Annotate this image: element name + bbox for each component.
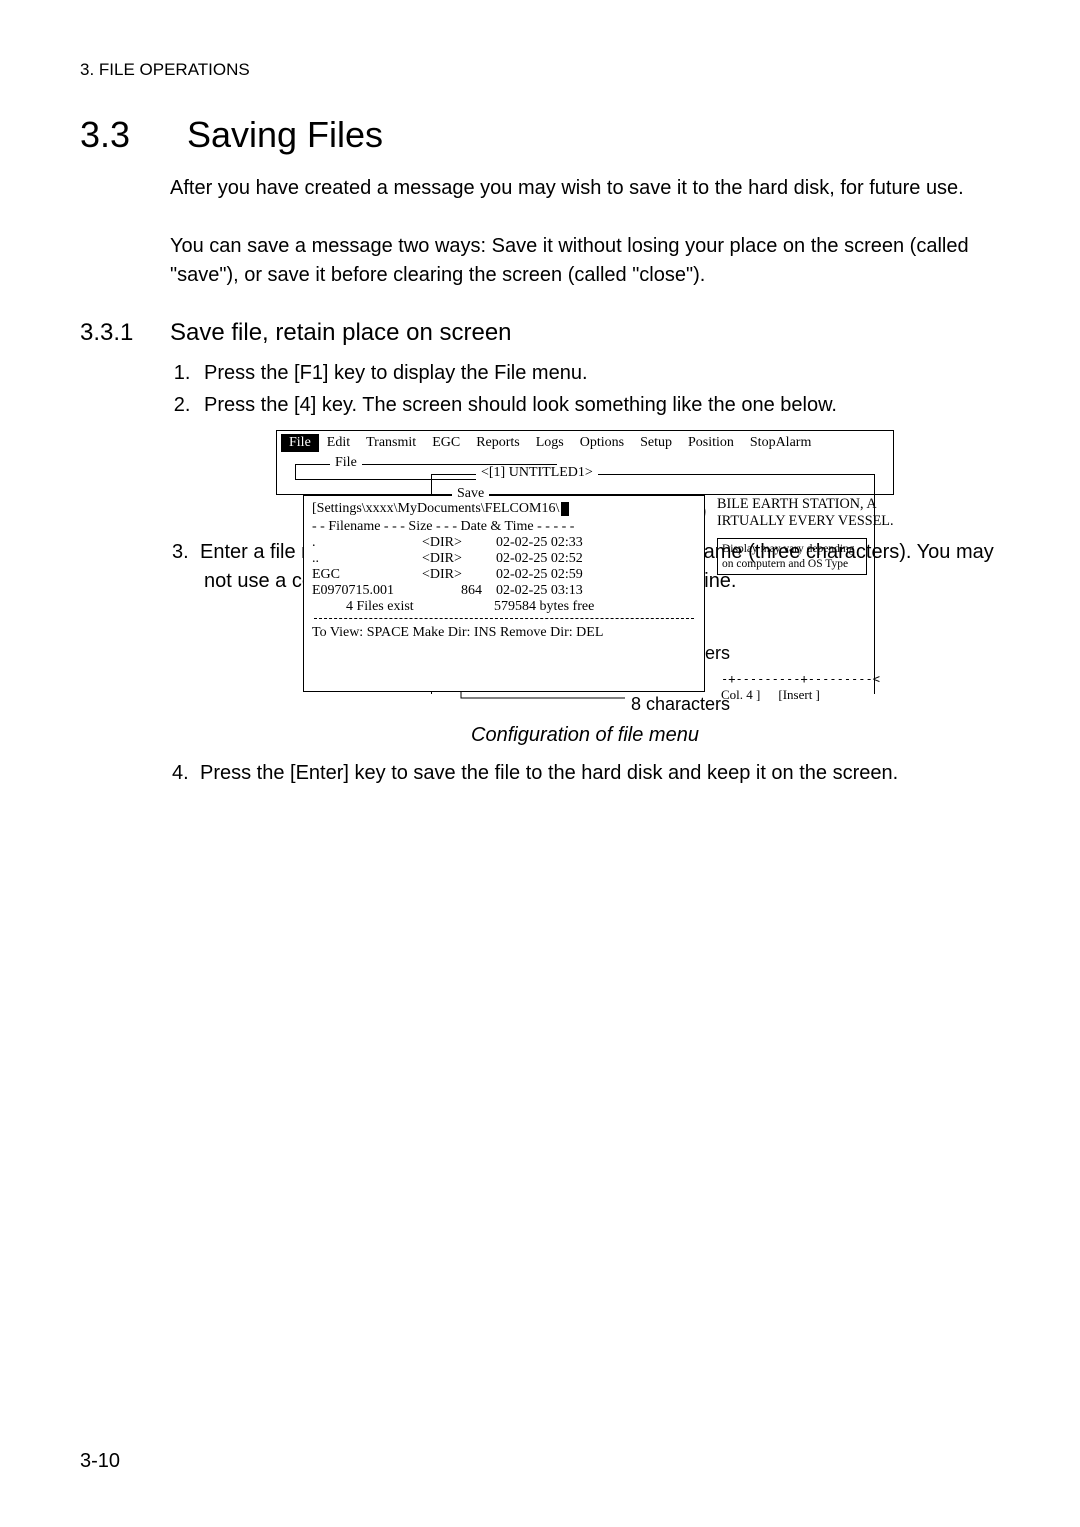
subsection-title: 3.3.1 Save file, retain place on screen <box>80 319 1000 347</box>
file-name: .. <box>312 551 422 567</box>
file-name: EGC <box>312 567 422 583</box>
save-dialog-footer: To View: SPACE Make Dir: INS Remove Dir:… <box>304 624 704 645</box>
filelist-row[interactable]: .. <DIR> 02-02-25 02:52 <box>312 551 696 567</box>
save-dialog-label: Save <box>452 486 489 502</box>
menu-setup[interactable]: Setup <box>632 434 680 452</box>
filename-caption: Configuration of file menu <box>170 724 1000 747</box>
file-name: E0970715.001 <box>312 583 422 599</box>
col-indicator: Col. 4 ] <box>721 687 760 703</box>
menu-stopalarm[interactable]: StopAlarm <box>742 434 819 452</box>
file-size: <DIR> <box>422 535 496 551</box>
filelist-row[interactable]: E0970715.001 864 02-02-25 03:13 <box>312 583 696 599</box>
bytes-free: 579584 bytes free <box>494 599 594 615</box>
menu-file[interactable]: File <box>281 434 319 452</box>
menu-transmit[interactable]: Transmit <box>358 434 424 452</box>
label-8chars: 8 characters <box>631 692 730 717</box>
path-line: [Settings\xxxx\MyDocuments\FELCOM16\ <box>312 501 696 517</box>
section-title: 3.3 Saving Files <box>80 114 1000 156</box>
separator-dashes <box>314 618 694 619</box>
menu-edit[interactable]: Edit <box>319 434 358 452</box>
intro-para-2: You can save a message two ways: Save it… <box>170 232 1000 289</box>
filelist-summary: 4 Files exist 579584 bytes free <box>312 599 696 615</box>
step-2: Press the [4] key. The screen should loo… <box>196 391 1000 420</box>
file-date: 02-02-25 03:13 <box>496 583 656 599</box>
subsection-text: Save file, retain place on screen <box>170 319 512 347</box>
filelist-row[interactable]: . <DIR> 02-02-25 02:33 <box>312 535 696 551</box>
running-header: 3. FILE OPERATIONS <box>80 60 1000 80</box>
file-size: <DIR> <box>422 567 496 583</box>
filelist-row[interactable]: EGC <DIR> 02-02-25 02:59 <box>312 567 696 583</box>
save-screen-figure: File Edit Transmit EGC Reports Logs Opti… <box>276 430 894 495</box>
menu-options[interactable]: Options <box>572 434 632 452</box>
status-line: -+---------+---------< Col. 4 ] [Insert … <box>721 672 867 703</box>
file-date: 02-02-25 02:59 <box>496 567 656 583</box>
files-count: 4 Files exist <box>346 599 494 615</box>
step-4: Press the [Enter] key to save the file t… <box>196 759 1000 788</box>
ruler-line: -+---------+---------< <box>721 672 867 686</box>
file-size: <DIR> <box>422 551 496 567</box>
text-cursor-icon <box>561 502 569 516</box>
bg-line-2: IRTUALLY EVERY VESSEL. <box>717 513 867 530</box>
menu-bar: File Edit Transmit EGC Reports Logs Opti… <box>277 431 893 454</box>
step-4-list: Press the [Enter] key to save the file t… <box>170 759 1000 788</box>
section-text: Saving Files <box>187 114 383 156</box>
file-group-label: File <box>330 455 362 471</box>
subsection-number: 3.3.1 <box>80 319 170 347</box>
file-date: 02-02-25 02:33 <box>496 535 656 551</box>
filelist-header: - - Filename - - - Size - - - Date & Tim… <box>312 519 696 535</box>
steps-1-2: Press the [F1] key to display the File m… <box>170 359 1000 420</box>
insert-indicator: [Insert ] <box>778 687 820 703</box>
file-date: 02-02-25 02:52 <box>496 551 656 567</box>
menu-egc[interactable]: EGC <box>424 434 468 452</box>
bg-line-1: BILE EARTH STATION, A <box>717 496 867 513</box>
save-dialog: Save [Settings\xxxx\MyDocuments\FELCOM16… <box>303 495 705 692</box>
intro-para-1: After you have created a message you may… <box>170 174 1000 202</box>
file-name: . <box>312 535 422 551</box>
background-message: BILE EARTH STATION, A IRTUALLY EVERY VES… <box>717 496 867 575</box>
note-box: Display may vary depending on computern … <box>717 538 867 575</box>
page-number: 3-10 <box>80 1450 120 1473</box>
step-1: Press the [F1] key to display the File m… <box>196 359 1000 388</box>
menu-logs[interactable]: Logs <box>528 434 572 452</box>
menu-position[interactable]: Position <box>680 434 742 452</box>
path-text: [Settings\xxxx\MyDocuments\FELCOM16\ <box>312 501 559 517</box>
menu-reports[interactable]: Reports <box>468 434 528 452</box>
section-number: 3.3 <box>80 114 130 156</box>
file-size: 864 <box>422 583 496 599</box>
untitled-label: <[1] UNTITLED1> <box>476 465 598 481</box>
